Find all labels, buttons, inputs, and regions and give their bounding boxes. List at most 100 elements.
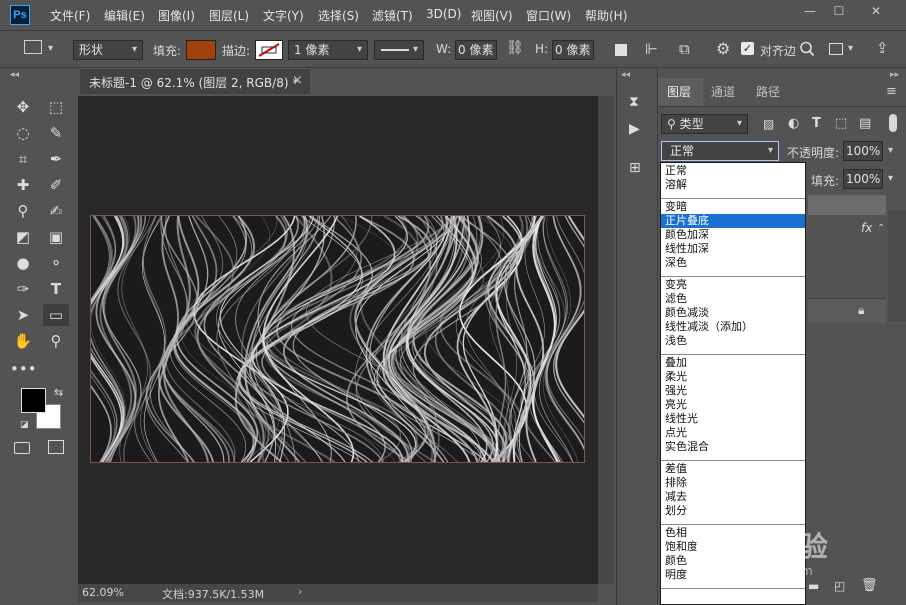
foreground-color-swatch[interactable] <box>21 388 46 413</box>
hand-tool-icon[interactable]: ✋ <box>10 330 36 352</box>
eyedropper-tool-icon[interactable]: ✒ <box>43 148 69 170</box>
blend-mode-option[interactable]: 线性光 <box>661 412 805 426</box>
rectangle-preset-icon[interactable] <box>24 40 42 54</box>
close-tab-icon[interactable]: × <box>292 73 303 88</box>
blend-mode-option[interactable]: 溶解 <box>661 178 805 192</box>
image-canvas[interactable] <box>90 215 585 463</box>
tab-channels[interactable]: 通道 <box>711 83 735 100</box>
collapse-icon[interactable]: ◂◂ <box>10 70 19 80</box>
blend-mode-option[interactable]: 排除 <box>661 476 805 490</box>
blend-mode-option[interactable]: 正片叠底 <box>661 214 805 228</box>
filter-kind-select[interactable]: ⚲ 类型 ▾ <box>661 114 748 134</box>
pixel-filter-icon[interactable]: ▨ <box>763 117 774 131</box>
chevron-down-icon[interactable]: ▾ <box>48 43 53 54</box>
blend-mode-option[interactable]: 强光 <box>661 384 805 398</box>
path-arrangement-icon[interactable]: ⧉ <box>679 40 690 58</box>
move-tool-icon[interactable]: ✥ <box>10 96 36 118</box>
layers-scrollbar[interactable] <box>888 211 906 321</box>
chevron-up-icon[interactable]: ⌃ <box>877 223 885 234</box>
blend-mode-option[interactable]: 线性加深 <box>661 242 805 256</box>
blend-mode-option[interactable]: 亮光 <box>661 398 805 412</box>
collapse-icon[interactable]: ◂◂ <box>621 70 630 80</box>
path-select-tool-icon[interactable]: ➤ <box>10 304 36 326</box>
stroke-type-select[interactable]: ▾ <box>374 40 424 60</box>
type-tool-icon[interactable]: T <box>43 278 69 300</box>
stroke-width-select[interactable]: 1 像素 ▾ <box>288 40 368 60</box>
blend-mode-option[interactable]: 点光 <box>661 426 805 440</box>
workspace-icon[interactable] <box>829 43 843 55</box>
blend-mode-option[interactable]: 叠加 <box>661 356 805 370</box>
folder-icon[interactable]: ▬ <box>808 579 819 593</box>
menu-item[interactable]: 3D(D) <box>426 7 461 21</box>
panel-menu-icon[interactable]: ≡ <box>886 84 897 99</box>
blend-mode-option[interactable]: 深色 <box>661 256 805 270</box>
adjustment-filter-icon[interactable]: ◐ <box>788 116 799 131</box>
blend-mode-option[interactable]: 差值 <box>661 462 805 476</box>
zoom-tool-icon[interactable]: ⚲ <box>43 330 69 352</box>
blend-mode-option[interactable]: 划分 <box>661 504 805 518</box>
filter-toggle[interactable] <box>889 114 897 132</box>
opacity-input[interactable]: 100% <box>843 141 883 161</box>
menu-item[interactable]: 图像(I) <box>158 7 195 24</box>
shape-filter-icon[interactable]: ⬚ <box>835 116 847 131</box>
width-input[interactable]: 0 像素 <box>455 40 497 60</box>
menu-item[interactable]: 图层(L) <box>209 7 249 24</box>
quick-mask-icon[interactable] <box>14 442 30 454</box>
menu-item[interactable]: 选择(S) <box>318 7 359 24</box>
healing-brush-tool-icon[interactable]: ✚ <box>10 174 36 196</box>
clone-stamp-tool-icon[interactable]: ⚲ <box>10 200 36 222</box>
blend-mode-option[interactable]: 颜色加深 <box>661 228 805 242</box>
tab-paths[interactable]: 路径 <box>756 83 780 100</box>
vertical-scrollbar[interactable] <box>598 96 614 584</box>
blend-mode-option[interactable]: 滤色 <box>661 292 805 306</box>
pen-tool-icon[interactable]: ✑ <box>10 278 36 300</box>
search-icon[interactable] <box>799 41 815 60</box>
height-input[interactable]: 0 像素 <box>552 40 594 60</box>
path-operations-icon[interactable] <box>615 44 627 56</box>
screen-mode-icon[interactable] <box>48 440 64 454</box>
chevron-down-icon[interactable]: ▾ <box>848 43 853 54</box>
dodge-tool-icon[interactable]: ⚬ <box>43 252 69 274</box>
blur-tool-icon[interactable]: ● <box>10 252 36 274</box>
zoom-level[interactable]: 62.09% <box>82 586 124 599</box>
expand-icon[interactable]: ▸▸ <box>890 70 899 80</box>
layer-row-selected[interactable] <box>808 195 886 215</box>
new-layer-icon[interactable]: ◰ <box>834 579 845 593</box>
history-panel-icon[interactable]: ⧗ <box>629 94 639 110</box>
rectangle-tool-icon[interactable]: ▭ <box>43 304 69 326</box>
blend-mode-option[interactable]: 线性减淡（添加） <box>661 320 805 334</box>
delete-layer-icon[interactable]: 🗑︎ <box>861 578 878 593</box>
type-filter-icon[interactable]: T <box>812 116 821 131</box>
blend-mode-option[interactable]: 柔光 <box>661 370 805 384</box>
chevron-right-icon[interactable]: › <box>298 585 302 598</box>
menu-item[interactable]: 滤镜(T) <box>372 7 413 24</box>
path-alignment-icon[interactable]: ⊩ <box>645 40 658 58</box>
menu-item[interactable]: 编辑(E) <box>104 7 145 24</box>
menu-item[interactable]: 文件(F) <box>50 7 90 24</box>
close-button[interactable]: ✕ <box>863 3 889 19</box>
more-tools-icon[interactable]: ••• <box>10 358 37 380</box>
layer-effects-icon[interactable]: fx <box>861 221 872 235</box>
blend-mode-option[interactable]: 变暗 <box>661 200 805 214</box>
link-icon[interactable]: ⛓ <box>506 40 524 56</box>
actions-play-icon[interactable]: ▶ <box>629 121 640 137</box>
layer-row-background[interactable] <box>808 298 886 323</box>
chevron-down-icon[interactable]: ▾ <box>888 145 893 156</box>
blend-mode-option[interactable]: 变亮 <box>661 278 805 292</box>
maximize-button[interactable]: ☐ <box>826 3 852 19</box>
default-colors-icon[interactable]: ◪ <box>20 420 29 430</box>
menu-item[interactable]: 帮助(H) <box>585 7 627 24</box>
menu-item[interactable]: 窗口(W) <box>526 7 571 24</box>
eraser-tool-icon[interactable]: ◩ <box>10 226 36 248</box>
lasso-tool-icon[interactable]: ◌ <box>10 122 36 144</box>
blend-mode-select[interactable]: 正常 ▾ <box>661 141 779 161</box>
align-edges-checkbox[interactable]: ✓ <box>741 42 754 55</box>
menu-item[interactable]: 文字(Y) <box>263 7 304 24</box>
smart-object-filter-icon[interactable]: ▤ <box>859 116 871 131</box>
blend-mode-option[interactable]: 实色混合 <box>661 440 805 454</box>
blend-mode-option[interactable]: 浅色 <box>661 334 805 348</box>
swap-colors-icon[interactable]: ⇆ <box>54 386 63 399</box>
gradient-tool-icon[interactable]: ▣ <box>43 226 69 248</box>
blend-mode-option[interactable]: 正常 <box>661 164 805 178</box>
gear-icon[interactable]: ⚙ <box>716 39 730 58</box>
